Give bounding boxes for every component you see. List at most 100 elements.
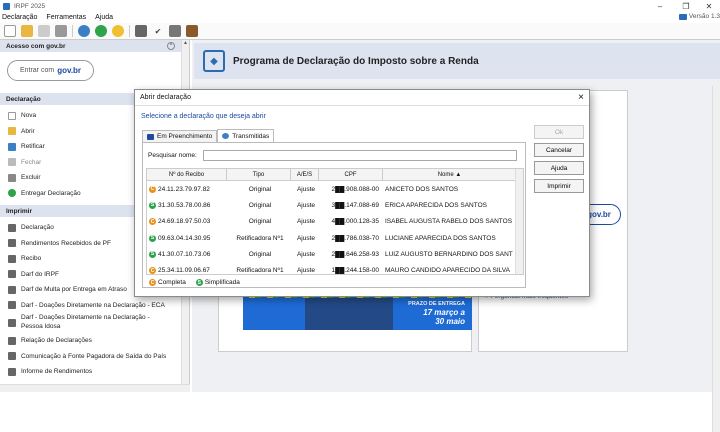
book-icon[interactable]	[186, 25, 198, 37]
completa-icon: C	[149, 279, 156, 286]
sidebar-item-comunicacao[interactable]: Comunicação à Fonte Pagadora de Saída do…	[0, 349, 189, 365]
govbr-login-button[interactable]: Entrar com gov.br	[7, 60, 94, 81]
search-input[interactable]	[202, 150, 517, 161]
cell-cpf: 3██.147.088-69	[331, 201, 379, 209]
col-tipo[interactable]: Tipo	[227, 169, 291, 180]
toolbar-divider	[72, 25, 73, 37]
legend: C Completa S Simplificada	[149, 279, 240, 286]
sidebar-hscrollbar[interactable]	[0, 384, 190, 392]
trash-icon	[8, 173, 16, 182]
sidebar-item-label: Nova	[21, 112, 37, 120]
menu-ferramentas[interactable]: Ferramentas	[46, 14, 86, 21]
govbr-icon[interactable]	[112, 25, 124, 37]
completa-icon: C	[149, 267, 156, 274]
table-row[interactable]: S 41.30.07.10.73.06 Original Ajuste 2██.6…	[147, 246, 523, 262]
cell-cpf: 2██.908.088-00	[331, 185, 379, 193]
cell-recibo: S 41.30.07.10.73.06	[147, 250, 227, 258]
col-cpf[interactable]: CPF	[319, 169, 383, 180]
pencil-icon	[147, 133, 154, 140]
cell-recibo: C 25.34.11.09.06.67	[147, 267, 227, 274]
menu-declaracao[interactable]: Declaração	[2, 14, 37, 21]
cancel-button[interactable]: Cancelar	[534, 143, 584, 157]
table-row[interactable]: C 25.34.11.09.06.67 Retificadora Nº1 Ajus…	[147, 262, 523, 275]
document-icon[interactable]	[169, 25, 181, 37]
cell-cpf: 2██.786.038-70	[331, 234, 379, 242]
table-row[interactable]: S 09.63.04.14.30.95 Retificadora Nº1 Ajus…	[147, 230, 523, 246]
sidebar-item-label: Abrir	[21, 127, 35, 135]
tab-em-preenchimento[interactable]: Em Preenchimento	[142, 130, 218, 142]
recibo-value: 25.34.11.09.06.67	[158, 267, 210, 275]
print-icon	[8, 239, 16, 248]
cell-aes: Ajuste	[296, 201, 316, 209]
new-file-icon	[8, 111, 16, 120]
cell-cpf: 2██.646.258-93	[331, 250, 379, 258]
minimize-button[interactable]: –	[648, 0, 672, 12]
save-icon[interactable]	[38, 25, 50, 37]
promo-line1: PRAZO DE ENTREGA	[408, 301, 465, 307]
print-icon	[8, 270, 16, 279]
sidebar-item-label: Darf do IRPF	[21, 270, 59, 278]
menu-ajuda[interactable]: Ajuda	[95, 14, 113, 21]
sidebar-item-relacao[interactable]: Relação de Declarações	[0, 333, 189, 349]
help-button[interactable]: Ajuda	[534, 161, 584, 175]
sidebar-item-darf-idosa[interactable]: Darf - Doações Diretamente na Declaração…	[0, 313, 189, 333]
check-icon[interactable]: ✔	[152, 25, 164, 37]
table-row[interactable]: C 24.69.18.97.50.03 Original Ajuste 4██.0…	[147, 214, 523, 230]
cell-tipo: Retificadora Nº1	[236, 234, 284, 242]
table-scrollbar[interactable]	[515, 169, 523, 274]
promo-text: PRAZO DE ENTREGA 17 março a 30 maio	[399, 301, 465, 327]
transmit-icon	[222, 133, 230, 139]
ok-button[interactable]: Ok	[534, 125, 584, 139]
banner: ◆ Programa de Declaração do Imposto sobr…	[194, 43, 720, 79]
promo-photo	[305, 298, 393, 330]
print-button[interactable]: Imprimir	[534, 179, 584, 193]
recycle-icon[interactable]	[95, 25, 107, 37]
scroll-up-icon[interactable]: ▲	[182, 40, 189, 46]
cell-nome: LUCIANE APARECIDA DOS SANTOS	[385, 234, 496, 242]
restore-button[interactable]: ❐	[674, 0, 698, 12]
dialog-tabs: Em Preenchimento Transmitidas	[142, 129, 275, 142]
cell-recibo: C 24.11.23.79.97.82	[147, 185, 227, 193]
sidebar-item-label: Informe de Rendimentos	[21, 368, 93, 376]
cell-aes: Ajuste	[296, 218, 316, 226]
sidebar-item-informe[interactable]: Informe de Rendimentos	[0, 364, 189, 380]
toolbar-divider	[129, 25, 130, 37]
completa-icon: C	[149, 218, 156, 226]
recibo-value: 41.30.07.10.73.06	[158, 250, 211, 258]
cell-cpf: 1██.244.158-00	[331, 267, 379, 275]
tab-transmitidas[interactable]: Transmitidas	[217, 129, 275, 142]
dialog-buttons: Ok Cancelar Ajuda Imprimir	[534, 125, 584, 193]
close-window-button[interactable]: ✕	[697, 0, 720, 12]
declaracao-header-label: Declaração	[6, 95, 41, 103]
sidebar-item-label: Declaração	[21, 224, 54, 232]
dialog-title: Abrir declaração	[140, 94, 191, 101]
col-nome[interactable]: Nome ▲	[383, 169, 517, 180]
toolbar: ✔	[0, 23, 720, 40]
sidebar-item-label: Fechar	[21, 158, 42, 166]
simplificada-icon: S	[149, 201, 156, 209]
open-folder-icon[interactable]	[21, 25, 33, 37]
table-row[interactable]: S 31.30.53.78.00.86 Original Ajuste 3██.1…	[147, 197, 523, 213]
cell-recibo: S 31.30.53.78.00.86	[147, 201, 227, 209]
print-icon[interactable]	[135, 25, 147, 37]
close-icon[interactable]: ×	[578, 92, 584, 103]
new-file-icon[interactable]	[4, 25, 16, 37]
trash-icon[interactable]	[55, 25, 67, 37]
cell-aes: Ajuste	[296, 267, 316, 275]
cell-aes: Ajuste	[296, 185, 316, 193]
col-aes[interactable]: A/E/S	[291, 169, 319, 180]
main-scrollbar[interactable]	[712, 86, 720, 432]
sidebar-item-label: Recibo	[21, 255, 42, 263]
legend-label: Completa	[158, 279, 186, 286]
col-recibo[interactable]: Nº do Recibo	[147, 169, 227, 180]
legend-simplificada: S Simplificada	[195, 279, 240, 286]
table-header: Nº do Recibo Tipo A/E/S CPF Nome ▲	[147, 169, 523, 181]
sidebar-item-label-line2: Pessoa Idosa	[21, 322, 61, 330]
sidebar-item-darf-eca[interactable]: Darf - Doações Diretamente na Declaração…	[0, 298, 189, 314]
access-header: Acesso com gov.br ⌃	[0, 40, 181, 52]
table-row[interactable]: C 24.11.23.79.97.82 Original Ajuste 2██.9…	[147, 181, 523, 197]
globe-icon[interactable]	[78, 25, 90, 37]
promo-banner[interactable]: PRAZO DE ENTREGA 17 março a 30 maio	[243, 298, 472, 330]
promo-line3: 30 maio	[435, 317, 465, 327]
collapse-icon[interactable]: ⌃	[167, 42, 175, 50]
